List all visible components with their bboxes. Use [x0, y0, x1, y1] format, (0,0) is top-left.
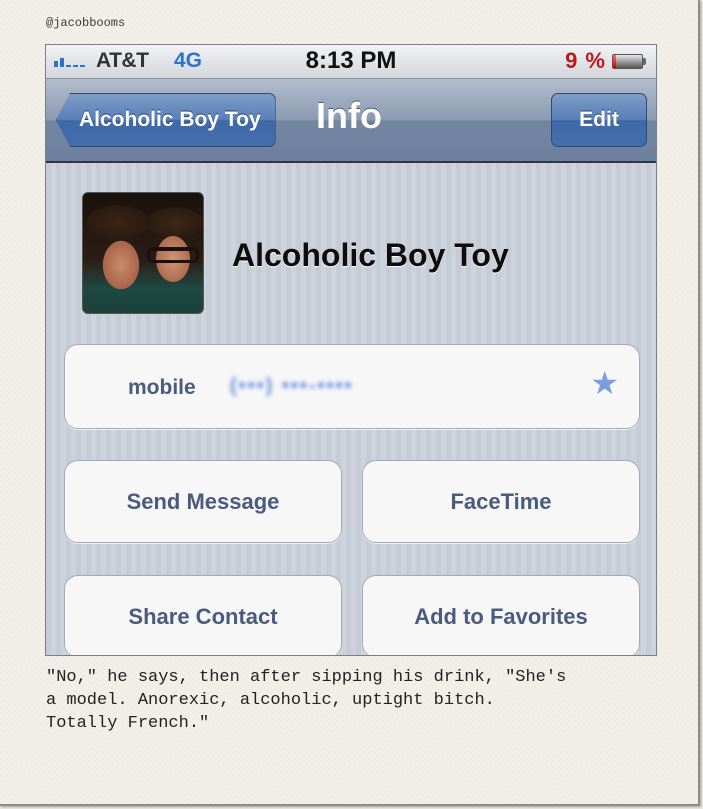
share-contact-button[interactable]: Share Contact	[64, 575, 342, 655]
facetime-button[interactable]: FaceTime	[362, 460, 640, 543]
back-button[interactable]: Alcoholic Boy Toy	[56, 93, 276, 147]
contact-name: Alcoholic Boy Toy	[232, 237, 509, 273]
glasses-detail	[147, 247, 199, 263]
phone-number-row[interactable]: mobile (•••) •••-•••• ★	[64, 344, 640, 429]
add-to-favorites-button[interactable]: Add to Favorites	[362, 575, 640, 655]
send-message-button[interactable]: Send Message	[64, 460, 342, 543]
phone-number-obscured[interactable]: (•••) •••-••••	[230, 375, 354, 398]
navigation-bar: Alcoholic Boy Toy Info Edit	[46, 79, 656, 163]
page-title: Info	[316, 95, 382, 136]
edit-button[interactable]: Edit	[551, 93, 647, 147]
iphone-screen: AT&T 4G 8:13 PM 9 % Alcoholic Boy Toy In…	[45, 44, 657, 656]
battery-percent: 9 %	[565, 48, 606, 73]
phone-label: mobile	[128, 376, 196, 399]
caption-text: "No," he says, then after sipping his dr…	[46, 668, 567, 733]
polaroid-frame: @jacobbooms AT&T 4G 8:13 PM 9 % Alcoholi…	[0, 0, 700, 806]
battery-level-fill	[613, 55, 617, 68]
battery-icon	[612, 54, 646, 69]
status-bar: AT&T 4G 8:13 PM 9 %	[46, 45, 656, 79]
author-handle: @jacobbooms	[46, 16, 126, 30]
star-icon[interactable]: ★	[590, 367, 619, 399]
contact-photo[interactable]	[82, 192, 204, 314]
